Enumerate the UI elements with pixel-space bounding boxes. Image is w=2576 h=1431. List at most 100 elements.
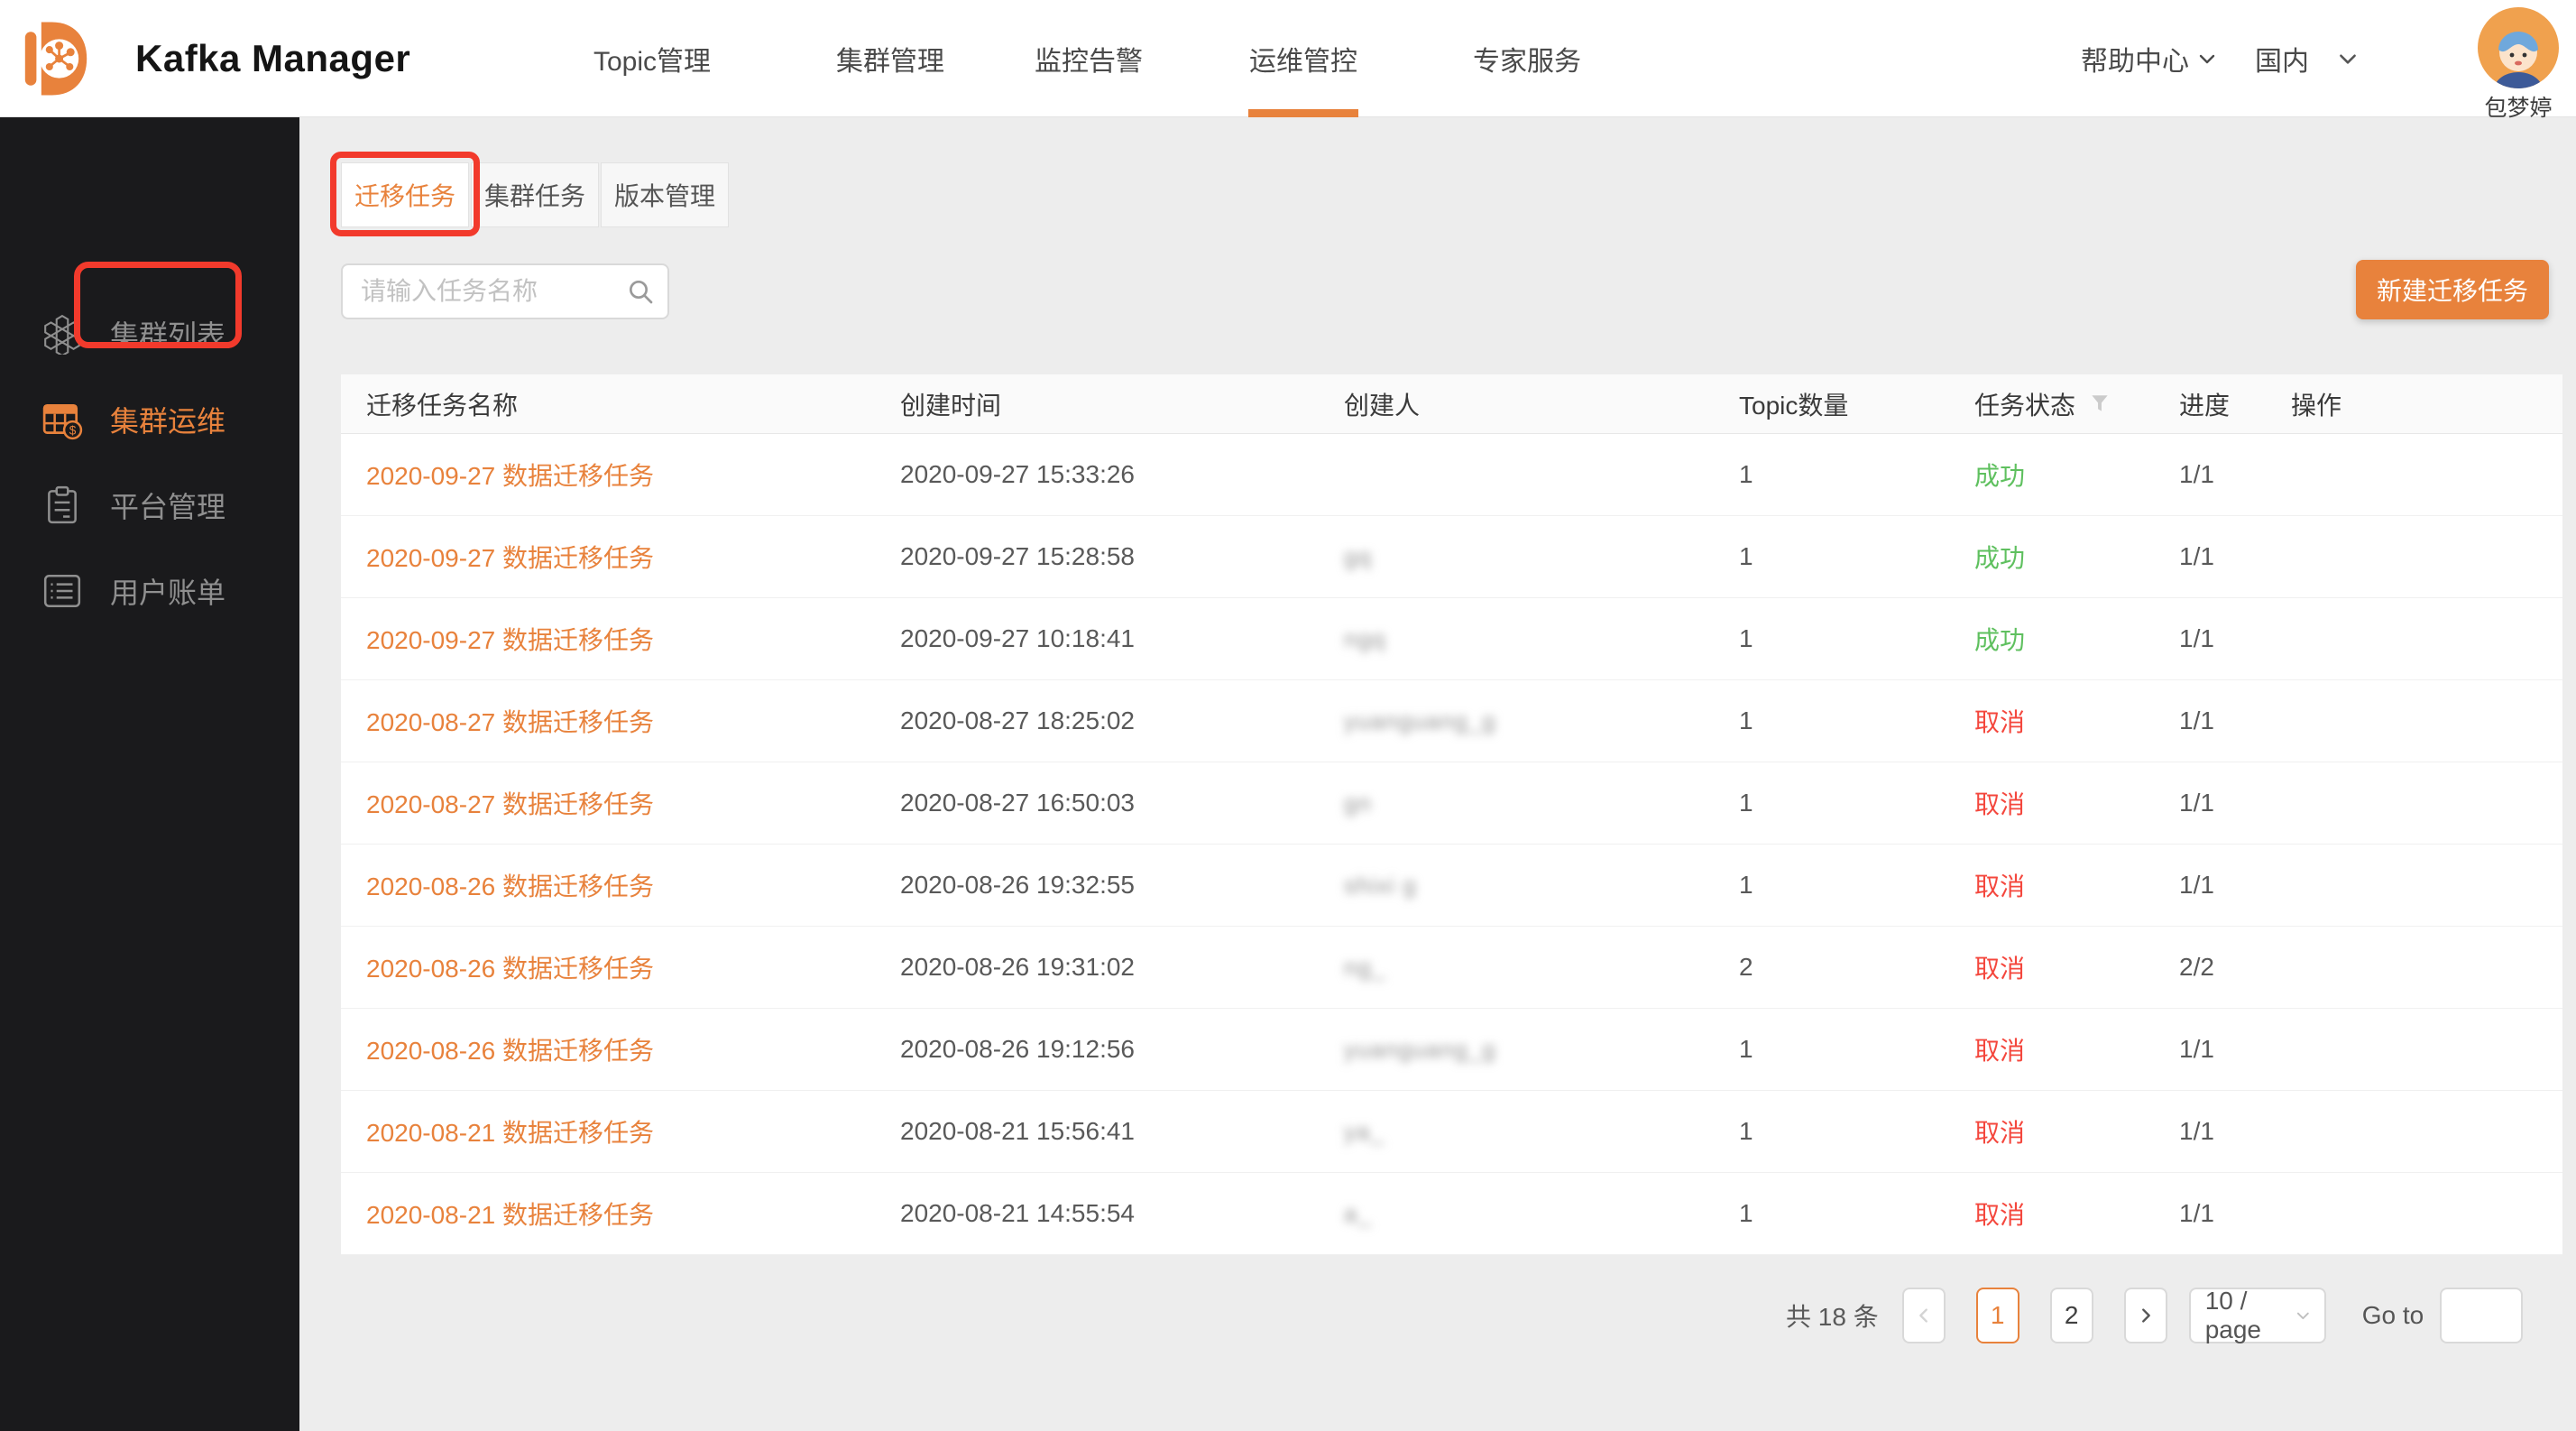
- avatar: [2478, 7, 2559, 88]
- app-title: Kafka Manager: [135, 0, 410, 117]
- create-migration-task-button[interactable]: 新建迁移任务: [2356, 260, 2549, 319]
- col-creator: 创建人: [1319, 374, 1714, 433]
- task-name-link[interactable]: 2020-09-27 数据迁移任务: [366, 539, 654, 575]
- status-cell: 取消: [1949, 1009, 2154, 1090]
- progress-cell: 1/1: [2154, 762, 2266, 844]
- created-time-cell: 2020-08-26 19:32:55: [875, 845, 1319, 926]
- page-size-select[interactable]: 10 / page: [2189, 1288, 2326, 1343]
- tab-version-management[interactable]: 版本管理: [601, 162, 729, 227]
- tab-migration-tasks[interactable]: 迁移任务: [341, 162, 469, 227]
- created-time-cell: 2020-09-27 15:28:58: [875, 516, 1319, 597]
- chevron-left-icon: [1914, 1306, 1934, 1325]
- filter-icon[interactable]: [2088, 392, 2111, 416]
- task-name-link[interactable]: 2020-08-26 数据迁移任务: [366, 949, 654, 985]
- nav-cluster-management[interactable]: 集群管理: [836, 0, 944, 117]
- user-menu[interactable]: 包梦婷: [2468, 7, 2569, 123]
- sidebar-item-cluster-ops[interactable]: $ 集群运维: [0, 391, 299, 448]
- sidebar: 集群列表 $ 集群运维 平台管理: [0, 117, 299, 1431]
- progress-cell: 2/2: [2154, 927, 2266, 1008]
- search-input[interactable]: [341, 263, 669, 319]
- total-count-label: 共 18 条: [1786, 1297, 1879, 1334]
- status-cell: 取消: [1949, 845, 2154, 926]
- task-name-cell: 2020-08-21 数据迁移任务: [341, 1173, 875, 1254]
- task-name-link[interactable]: 2020-08-26 数据迁移任务: [366, 1031, 654, 1067]
- app-header: Kafka Manager Topic管理 集群管理 监控告警 运维管控 专家服…: [0, 0, 2576, 117]
- task-name-link[interactable]: 2020-09-27 数据迁移任务: [366, 457, 654, 493]
- creator-cell: ngq: [1319, 598, 1714, 679]
- creator-cell: ya_: [1319, 1091, 1714, 1172]
- sidebar-item-platform-management[interactable]: 平台管理: [0, 476, 299, 534]
- col-created-time: 创建时间: [875, 374, 1319, 433]
- status-cell: 取消: [1949, 680, 2154, 762]
- topic-count-cell: 1: [1714, 598, 1949, 679]
- created-time-cell: 2020-08-26 19:31:02: [875, 927, 1319, 1008]
- table-row: 2020-08-21 数据迁移任务 2020-08-21 15:56:41 ya…: [341, 1091, 2562, 1173]
- created-time-cell: 2020-08-27 18:25:02: [875, 680, 1319, 762]
- search-icon[interactable]: [626, 277, 655, 306]
- task-name-link[interactable]: 2020-08-21 数据迁移任务: [366, 1196, 654, 1232]
- search-box: [341, 263, 669, 319]
- task-name-link[interactable]: 2020-08-27 数据迁移任务: [366, 785, 654, 821]
- status-cell: 取消: [1949, 762, 2154, 844]
- created-time-cell: 2020-09-27 15:33:26: [875, 434, 1319, 515]
- tab-cluster-tasks[interactable]: 集群任务: [471, 162, 599, 227]
- nav-expert-service[interactable]: 专家服务: [1473, 0, 1581, 117]
- topic-count-cell: 1: [1714, 1009, 1949, 1090]
- task-name-link[interactable]: 2020-09-27 数据迁移任务: [366, 621, 654, 657]
- chevron-down-icon: [2336, 47, 2360, 70]
- table-row: 2020-08-27 数据迁移任务 2020-08-27 16:50:03 gn…: [341, 762, 2562, 845]
- created-time-cell: 2020-08-21 15:56:41: [875, 1091, 1319, 1172]
- task-name-link[interactable]: 2020-08-26 数据迁移任务: [366, 867, 654, 903]
- next-page-button[interactable]: [2124, 1288, 2167, 1343]
- col-task-status: 任务状态: [1949, 374, 2154, 433]
- progress-cell: 1/1: [2154, 434, 2266, 515]
- table-row: 2020-09-27 数据迁移任务 2020-09-27 10:18:41 ng…: [341, 598, 2562, 680]
- goto-page-input[interactable]: [2440, 1288, 2523, 1343]
- progress-cell: 1/1: [2154, 598, 2266, 679]
- help-center-menu[interactable]: 帮助中心: [2081, 0, 2218, 117]
- migration-task-table: 迁移任务名称 创建时间 创建人 Topic数量 任务状态 进度 操作 2020-…: [341, 374, 2562, 1255]
- creator-cell: ng_: [1319, 927, 1714, 1008]
- progress-cell: 1/1: [2154, 680, 2266, 762]
- list-icon: [41, 570, 83, 612]
- actions-cell: [2266, 516, 2562, 597]
- region-selector[interactable]: 国内: [2255, 0, 2360, 117]
- status-cell: 取消: [1949, 927, 2154, 1008]
- table-body: 2020-09-27 数据迁移任务 2020-09-27 15:33:26 1 …: [341, 434, 2562, 1255]
- created-time-cell: 2020-09-27 10:18:41: [875, 598, 1319, 679]
- nav-topic-management[interactable]: Topic管理: [593, 0, 711, 117]
- billing-table-icon: $: [41, 399, 83, 440]
- sidebar-item-user-billing[interactable]: 用户账单: [0, 562, 299, 620]
- task-name-cell: 2020-09-27 数据迁移任务: [341, 516, 875, 597]
- actions-cell: [2266, 762, 2562, 844]
- task-name-cell: 2020-08-26 数据迁移任务: [341, 845, 875, 926]
- created-time-cell: 2020-08-21 14:55:54: [875, 1173, 1319, 1254]
- table-row: 2020-08-26 数据迁移任务 2020-08-26 19:32:55 sh…: [341, 845, 2562, 927]
- page-button-2[interactable]: 2: [2050, 1288, 2093, 1343]
- sidebar-item-cluster-list[interactable]: 集群列表: [0, 305, 299, 363]
- task-name-cell: 2020-08-21 数据迁移任务: [341, 1091, 875, 1172]
- task-name-cell: 2020-09-27 数据迁移任务: [341, 598, 875, 679]
- progress-cell: 1/1: [2154, 1173, 2266, 1254]
- nav-monitor-alert[interactable]: 监控告警: [1035, 0, 1143, 117]
- actions-cell: [2266, 680, 2562, 762]
- actions-cell: [2266, 1173, 2562, 1254]
- goto-label: Go to: [2362, 1301, 2424, 1330]
- task-name-link[interactable]: 2020-08-27 数据迁移任务: [366, 703, 654, 739]
- main-content: 迁移任务 集群任务 版本管理 新建迁移任务 迁移任务名称 创建时间 创建人 To…: [299, 117, 2576, 1431]
- task-name-cell: 2020-09-27 数据迁移任务: [341, 434, 875, 515]
- topic-count-cell: 1: [1714, 516, 1949, 597]
- page-button-1[interactable]: 1: [1976, 1288, 2019, 1343]
- task-name-link[interactable]: 2020-08-21 数据迁移任务: [366, 1113, 654, 1149]
- status-cell: 成功: [1949, 434, 2154, 515]
- nav-ops-control[interactable]: 运维管控: [1249, 0, 1357, 117]
- col-actions: 操作: [2266, 374, 2562, 433]
- prev-page-button[interactable]: [1902, 1288, 1946, 1343]
- actions-cell: [2266, 927, 2562, 1008]
- table-row: 2020-09-27 数据迁移任务 2020-09-27 15:28:58 gq…: [341, 516, 2562, 598]
- col-progress: 进度: [2154, 374, 2266, 433]
- task-name-cell: 2020-08-26 数据迁移任务: [341, 1009, 875, 1090]
- actions-cell: [2266, 434, 2562, 515]
- actions-cell: [2266, 598, 2562, 679]
- actions-cell: [2266, 845, 2562, 926]
